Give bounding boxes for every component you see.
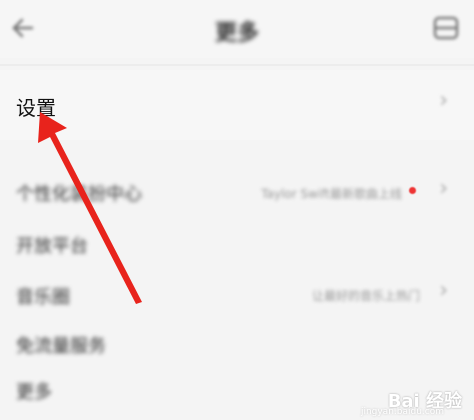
- list-item-value: Taylor Swift最新歌曲上线: [261, 187, 402, 201]
- top-bar: 更多: [0, 0, 474, 58]
- list-item-value: 让最好的音乐上热门: [311, 289, 420, 303]
- chevron-right-icon: ›: [439, 88, 448, 113]
- list-item-label: 更多: [16, 382, 52, 403]
- window-icon: [433, 16, 459, 40]
- chevron-right-icon: ›: [439, 278, 448, 303]
- settings-label: 设置: [16, 96, 56, 120]
- divider: [0, 64, 474, 66]
- list-item-label: 音乐圈: [16, 287, 70, 308]
- list-item-label: 免流量服务: [16, 336, 106, 357]
- window-button[interactable]: [430, 12, 462, 44]
- list-item-label: 开放平台: [16, 236, 88, 257]
- watermark-url: jingyan.baidu.com: [360, 407, 444, 417]
- settings-item[interactable]: [0, 70, 474, 140]
- notification-dot: [409, 187, 416, 194]
- page-title: 更多: [214, 21, 259, 46]
- list-item-label: 个性化装扮中心: [16, 184, 142, 205]
- chevron-right-icon: ›: [439, 176, 448, 201]
